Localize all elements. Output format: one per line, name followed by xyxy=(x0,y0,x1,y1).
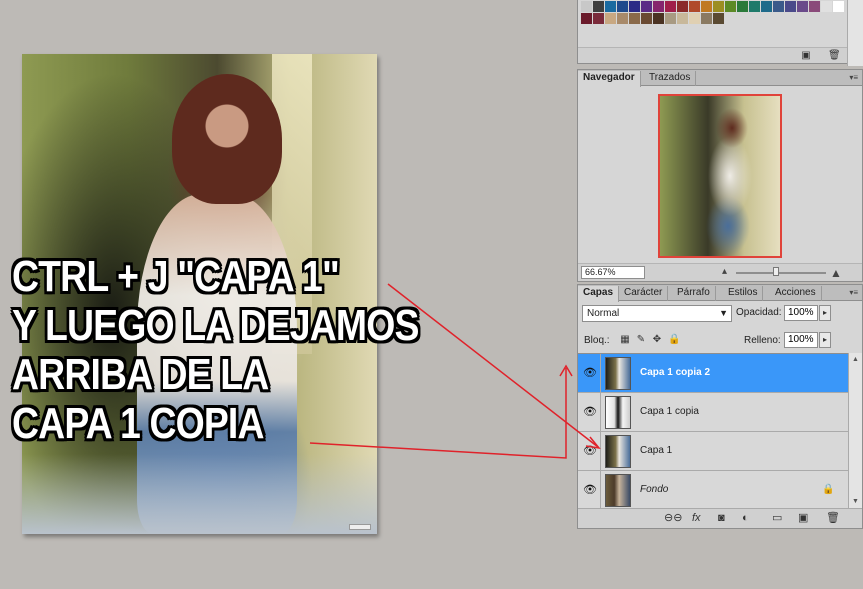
annotation-arrows xyxy=(309,283,601,459)
arrow-line xyxy=(309,368,567,459)
